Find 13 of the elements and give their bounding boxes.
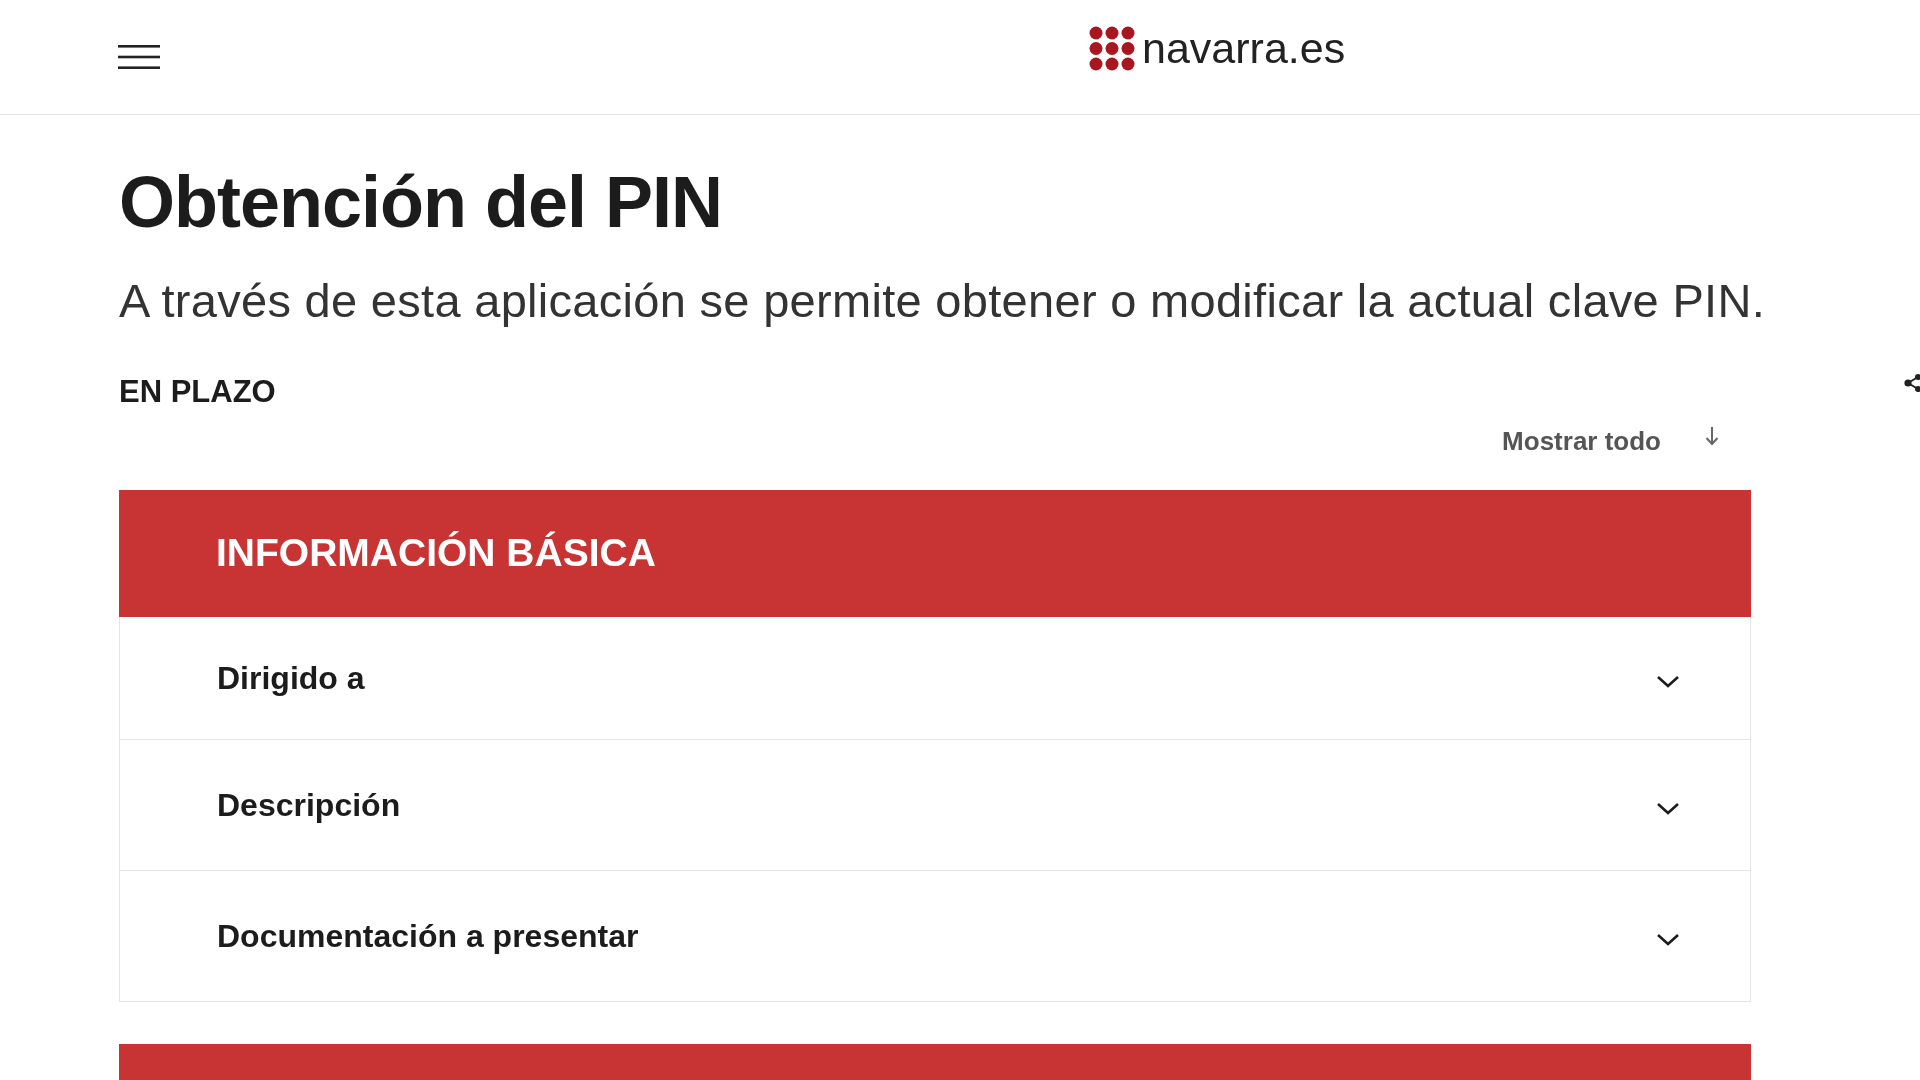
menu-icon[interactable] <box>118 45 160 69</box>
page-subtitle: A través de esta aplicación se permite obtener o modificar la actual clave PIN. <box>119 273 1766 329</box>
share-icon[interactable] <box>1904 374 1920 392</box>
status-label: EN PLAZO <box>119 373 276 411</box>
page-title: Obtención del PIN <box>119 162 723 242</box>
arrow-down-icon <box>1705 426 1719 446</box>
accordion-item[interactable]: Descripción <box>120 739 1750 870</box>
section-title: INFORMACIÓN BÁSICA <box>216 529 656 576</box>
accordion-item[interactable]: Dirigido a <box>120 617 1750 739</box>
dot-grid-icon <box>1089 25 1135 71</box>
accordion-item[interactable]: Documentación a presentar <box>120 870 1750 1001</box>
show-all-button[interactable]: Mostrar todo <box>1502 424 1719 458</box>
logo-text[interactable]: navarra.es <box>1142 26 1346 70</box>
